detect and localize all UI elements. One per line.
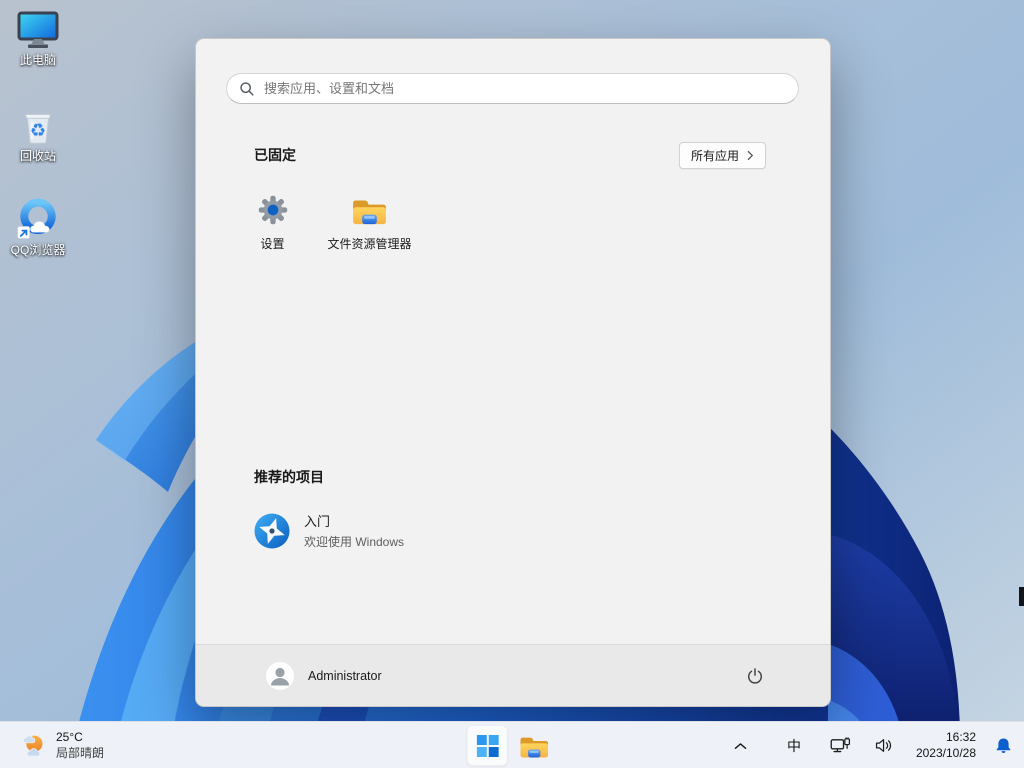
all-apps-label: 所有应用: [690, 148, 739, 163]
get-started-icon: [254, 513, 290, 549]
recommended-item-subtitle: 欢迎使用 Windows: [304, 535, 405, 549]
desktop-icon-this-pc[interactable]: 此电脑: [2, 6, 74, 68]
file-explorer-icon: [518, 733, 549, 759]
notification-bell-icon: [995, 737, 1012, 754]
recommended-item-title: 入门: [304, 514, 331, 529]
power-icon: [746, 667, 764, 685]
recommended-section-header: 推荐的项目: [196, 467, 830, 487]
taskbar-clock[interactable]: 16:32 2023/10/28: [916, 730, 976, 761]
chevron-right-icon: [747, 150, 754, 161]
desktop-icon-label: 回收站: [19, 149, 56, 163]
start-search-box[interactable]: [226, 73, 799, 104]
taskbar-file-explorer-button[interactable]: [514, 726, 554, 766]
ime-indicator[interactable]: 中: [782, 727, 806, 765]
search-input[interactable]: [264, 81, 786, 96]
chevron-up-icon: [734, 742, 747, 750]
recycle-bin-icon: ♻: [15, 102, 61, 148]
search-icon: [239, 81, 255, 97]
tray-overflow-button[interactable]: [726, 727, 756, 765]
user-profile-button[interactable]: Administrator: [258, 658, 390, 694]
system-tray: 中 16:32 2023/10/28: [726, 722, 1016, 768]
svg-text:♻: ♻: [30, 120, 46, 141]
weather-condition: 局部晴朗: [56, 745, 105, 760]
recommended-title: 推荐的项目: [254, 469, 324, 485]
clock-time: 16:32: [945, 729, 976, 744]
taskbar-center: [466, 722, 554, 768]
screen-edge-artifact: [1019, 587, 1024, 606]
pinned-title: 已固定: [254, 147, 296, 163]
pinned-app-file-explorer[interactable]: 文件资源管理器: [321, 189, 418, 265]
desktop-icon-qq-browser[interactable]: QQ浏览器: [2, 196, 74, 258]
start-menu-panel: 已固定 所有应用: [195, 38, 831, 707]
qq-browser-icon: [15, 196, 61, 242]
settings-gear-icon: [257, 193, 289, 227]
desktop-icon-label: 此电脑: [19, 53, 56, 67]
pinned-app-label: 设置: [260, 237, 285, 251]
network-ethernet-icon: [830, 737, 851, 754]
start-button[interactable]: [466, 725, 508, 766]
volume-speaker-icon: [875, 738, 894, 753]
pinned-app-settings[interactable]: 设置: [224, 189, 321, 265]
desktop-icon-label: QQ浏览器: [10, 243, 66, 257]
weather-temperature: 25°C: [56, 729, 83, 744]
all-apps-button[interactable]: 所有应用: [678, 141, 766, 169]
start-menu-footer: Administrator: [196, 644, 830, 706]
windows-logo-icon: [476, 734, 499, 757]
network-button[interactable]: [828, 727, 854, 765]
weather-icon: [20, 732, 47, 759]
weather-widget[interactable]: 25°C 局部晴朗: [14, 727, 110, 764]
pinned-section-header: 已固定 所有应用: [196, 141, 830, 169]
clock-date: 2023/10/28: [915, 745, 976, 760]
pinned-app-label: 文件资源管理器: [327, 237, 412, 251]
power-button[interactable]: [738, 659, 772, 693]
pinned-apps-grid: 设置 文件资源管理器: [224, 189, 418, 265]
file-explorer-icon: [351, 193, 388, 227]
volume-button[interactable]: [872, 727, 898, 765]
ime-label: 中: [786, 737, 801, 754]
desktop-icon-recycle-bin[interactable]: ♻ 回收站: [2, 102, 74, 164]
taskbar: 25°C 局部晴朗 中 16:32 2023/10/28: [0, 721, 1024, 768]
recommended-item-get-started[interactable]: 入门 欢迎使用 Windows: [252, 509, 552, 552]
user-avatar: [266, 661, 294, 690]
this-pc-icon: [15, 6, 61, 52]
user-name: Administrator: [308, 668, 382, 683]
notification-center-button[interactable]: [990, 727, 1016, 765]
